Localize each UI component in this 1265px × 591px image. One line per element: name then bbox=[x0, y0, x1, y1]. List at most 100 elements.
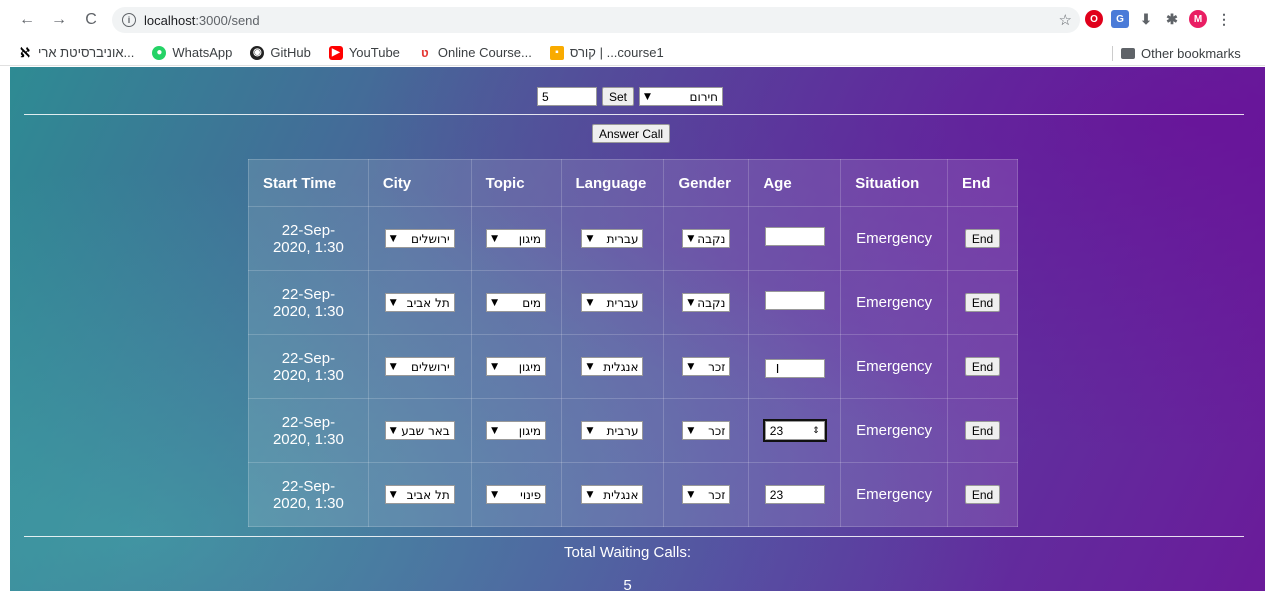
city-select[interactable]: ירושלים ▼ bbox=[384, 229, 455, 248]
gender-cell: זכר ▼ bbox=[663, 334, 750, 399]
city-select[interactable]: באר שבע ▼ bbox=[384, 421, 455, 440]
end-button[interactable]: End bbox=[964, 229, 1001, 248]
bookmark-whatsapp[interactable]: ● WhatsApp bbox=[152, 45, 232, 60]
topic-cell: מים ▼ bbox=[470, 270, 562, 335]
header-end: End bbox=[947, 159, 1018, 207]
topic-select[interactable]: מיגון ▼ bbox=[486, 357, 547, 376]
other-bookmarks[interactable]: Other bookmarks bbox=[1112, 46, 1241, 61]
gender-select[interactable]: נקבה ▼ bbox=[682, 293, 731, 312]
topic-select[interactable]: פינוי ▼ bbox=[486, 485, 547, 504]
bookmark-label: YouTube bbox=[348, 45, 400, 60]
gender-value: זכר bbox=[708, 359, 726, 374]
bookmark-online-course[interactable]: ʋ Online Course... bbox=[418, 45, 532, 60]
divider-top bbox=[24, 114, 1244, 115]
puzzle-icon[interactable]: ✱ bbox=[1163, 10, 1181, 28]
language-value: עברית bbox=[606, 231, 639, 246]
end-button[interactable]: End bbox=[964, 293, 1001, 312]
city-cell: באר שבע ▼ bbox=[367, 398, 472, 463]
language-select[interactable]: אנגלית ▼ bbox=[581, 357, 644, 376]
chevron-down-icon: ▼ bbox=[389, 361, 397, 372]
chevron-down-icon: ▼ bbox=[389, 489, 397, 500]
table-header-row: Start Time City Topic Language Gender Ag… bbox=[248, 159, 1018, 207]
age-input[interactable] bbox=[764, 291, 825, 310]
info-icon[interactable]: i bbox=[122, 13, 136, 27]
city-cell: ירושלים ▼ bbox=[367, 206, 472, 271]
age-input[interactable]: 23 ⇕ bbox=[762, 419, 827, 442]
language-cell: עברית ▼ bbox=[560, 270, 665, 335]
header-age: Age bbox=[748, 159, 842, 207]
start-time-cell: 22-Sep-2020, 1:30 bbox=[248, 206, 369, 271]
end-button[interactable]: End bbox=[964, 421, 1001, 440]
city-select[interactable]: ירושלים ▼ bbox=[384, 357, 455, 376]
profile-avatar[interactable]: M bbox=[1189, 10, 1207, 28]
gender-select[interactable]: זכר ▼ bbox=[682, 357, 731, 376]
gender-select[interactable]: נקבה ▼ bbox=[682, 229, 731, 248]
extensions-area: O G ⬇ ✱ M ⋮ bbox=[1085, 10, 1233, 28]
mode-select[interactable]: חירום ▼ bbox=[639, 87, 724, 106]
chevron-down-icon: ▼ bbox=[586, 425, 594, 436]
city-value: ירושלים bbox=[411, 231, 450, 246]
bookmark-label: אוניברסיטת ארי... bbox=[38, 45, 135, 60]
chevron-down-icon: ▼ bbox=[586, 361, 594, 372]
bookmark-label: Online Course... bbox=[437, 45, 532, 60]
city-select[interactable]: תל אביב ▼ bbox=[384, 485, 455, 504]
url-path: :3000/send bbox=[195, 12, 260, 28]
language-select[interactable]: עברית ▼ bbox=[581, 293, 644, 312]
answer-call-button[interactable]: Answer Call bbox=[592, 124, 671, 143]
opera-icon[interactable]: O bbox=[1085, 10, 1103, 28]
city-value: באר שבע bbox=[401, 423, 450, 438]
chevron-down-icon: ▼ bbox=[491, 425, 498, 436]
gender-select[interactable]: זכר ▼ bbox=[682, 421, 731, 440]
chevron-down-icon: ▼ bbox=[644, 91, 651, 102]
gender-select[interactable]: זכר ▼ bbox=[682, 485, 731, 504]
menu-dots-icon[interactable]: ⋮ bbox=[1215, 10, 1233, 28]
city-cell: תל אביב ▼ bbox=[367, 462, 472, 527]
download-icon[interactable]: ⬇ bbox=[1137, 10, 1155, 28]
table-row: 22-Sep-2020, 1:30 תל אביב ▼ פינוי ▼ אנגלית… bbox=[248, 462, 1018, 527]
end-button[interactable]: End bbox=[964, 357, 1001, 376]
other-bookmarks-label: Other bookmarks bbox=[1141, 46, 1241, 61]
language-select[interactable]: ערבית ▼ bbox=[581, 421, 644, 440]
language-select[interactable]: עברית ▼ bbox=[581, 229, 644, 248]
reload-icon[interactable]: C bbox=[80, 9, 102, 31]
start-time: 22-Sep-2020, 1:30 bbox=[272, 413, 344, 448]
chevron-down-icon: ▼ bbox=[687, 361, 695, 372]
age-input[interactable]: 23 bbox=[764, 485, 825, 504]
chevron-down-icon: ▼ bbox=[491, 297, 498, 308]
bookmark-github[interactable]: ◉ GitHub bbox=[250, 45, 311, 60]
situation-cell: Emergency bbox=[840, 206, 949, 271]
spinner-arrows-icon[interactable]: ⇕ bbox=[812, 425, 820, 436]
language-value: ערבית bbox=[606, 423, 639, 438]
chevron-down-icon: ▼ bbox=[687, 489, 695, 500]
topic-select[interactable]: מים ▼ bbox=[486, 293, 547, 312]
bookmark-label: GitHub bbox=[270, 45, 311, 60]
calls-number-input[interactable] bbox=[537, 87, 597, 106]
github-icon: ◉ bbox=[250, 45, 265, 60]
table-row: 22-Sep-2020, 1:30 ירושלים ▼ מיגון ▼ אנגלית… bbox=[248, 334, 1018, 399]
bookmark-star-icon[interactable]: ☆ bbox=[1059, 11, 1072, 29]
age-input[interactable] bbox=[764, 227, 825, 246]
bookmark-label: WhatsApp bbox=[172, 45, 233, 60]
topic-select[interactable]: מיגון ▼ bbox=[486, 229, 547, 248]
header-situation: Situation bbox=[840, 159, 949, 207]
chevron-down-icon: ▼ bbox=[491, 489, 498, 500]
chevron-down-icon: ▼ bbox=[687, 297, 695, 308]
city-cell: ירושלים ▼ bbox=[367, 334, 472, 399]
end-cell: End bbox=[947, 462, 1018, 527]
end-button[interactable]: End bbox=[964, 485, 1001, 504]
age-input[interactable]: I bbox=[764, 358, 825, 378]
end-cell: End bbox=[947, 270, 1018, 335]
topic-select[interactable]: מיגון ▼ bbox=[486, 421, 547, 440]
city-select[interactable]: תל אביב ▼ bbox=[384, 293, 455, 312]
bookmark-university[interactable]: ℵ אוניברסיטת ארי... bbox=[18, 45, 135, 61]
translate-icon[interactable]: G bbox=[1111, 10, 1129, 28]
start-time: 22-Sep-2020, 1:30 bbox=[272, 349, 344, 384]
bookmark-youtube[interactable]: ▶ YouTube bbox=[328, 45, 400, 60]
address-bar[interactable]: i localhost:3000/send ☆ bbox=[112, 7, 1080, 33]
set-button[interactable]: Set bbox=[602, 87, 635, 106]
back-arrow-icon[interactable]: ← bbox=[16, 9, 38, 31]
forward-arrow-icon[interactable]: → bbox=[48, 9, 70, 31]
language-select[interactable]: אנגלית ▼ bbox=[581, 485, 644, 504]
bookmark-course1[interactable]: ▪ קורס | ...course1 bbox=[549, 45, 664, 60]
city-value: תל אביב bbox=[406, 487, 450, 502]
